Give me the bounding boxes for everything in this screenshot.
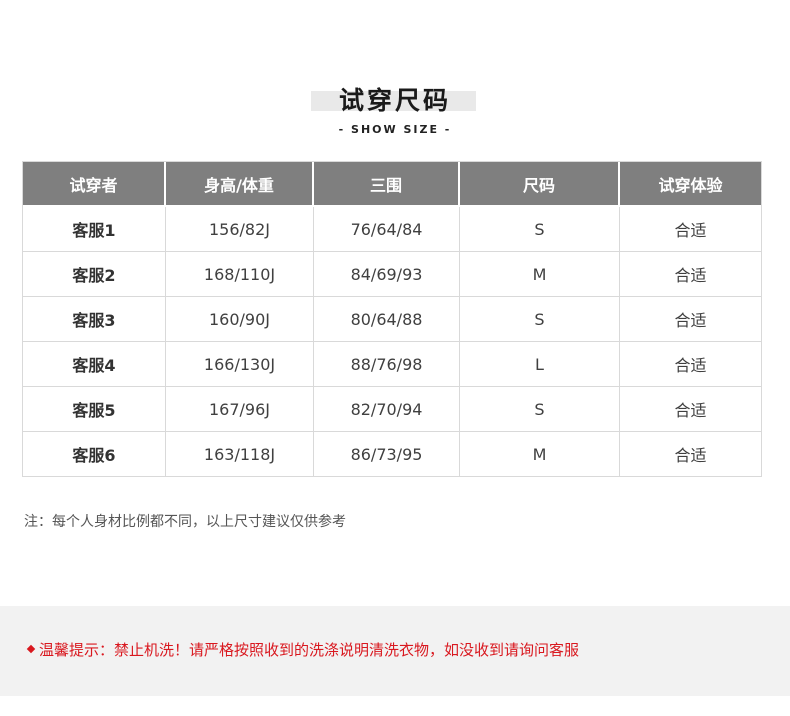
cell-height-weight: 167/96J [166, 387, 314, 432]
warning-banner: 温馨提示：禁止机洗！请严格按照收到的洗涤说明清洗衣物，如没收到请询问客服 [0, 606, 790, 696]
cell-height-weight: 160/90J [166, 297, 314, 342]
cell-size: S [460, 207, 620, 252]
table-row: 客服3 160/90J 80/64/88 S 合适 [23, 297, 761, 342]
cell-wearer: 客服6 [23, 432, 166, 476]
cell-measurements: 80/64/88 [314, 297, 460, 342]
cell-wearer: 客服3 [23, 297, 166, 342]
table-header-row: 试穿者 身高/体重 三围 尺码 试穿体验 [23, 162, 761, 207]
cell-fit: 合适 [620, 297, 761, 342]
cell-height-weight: 166/130J [166, 342, 314, 387]
cell-wearer: 客服2 [23, 252, 166, 297]
cell-measurements: 76/64/84 [314, 207, 460, 252]
cell-measurements: 82/70/94 [314, 387, 460, 432]
diamond-icon [26, 644, 36, 654]
cell-size: L [460, 342, 620, 387]
warning-text: 温馨提示：禁止机洗！请严格按照收到的洗涤说明清洗衣物，如没收到请询问客服 [39, 641, 580, 659]
cell-measurements: 88/76/98 [314, 342, 460, 387]
table-row: 客服5 167/96J 82/70/94 S 合适 [23, 387, 761, 432]
cell-size: S [460, 297, 620, 342]
size-note: 注：每个人身材比例都不同，以上尺寸建议仅供参考 [24, 514, 346, 530]
table-row: 客服6 163/118J 86/73/95 M 合适 [23, 432, 761, 476]
cell-height-weight: 163/118J [166, 432, 314, 476]
column-header-measurements: 三围 [314, 162, 460, 207]
cell-measurements: 84/69/93 [314, 252, 460, 297]
cell-height-weight: 156/82J [166, 207, 314, 252]
cell-height-weight: 168/110J [166, 252, 314, 297]
cell-wearer: 客服4 [23, 342, 166, 387]
cell-fit: 合适 [620, 387, 761, 432]
cell-fit: 合适 [620, 432, 761, 476]
column-header-height-weight: 身高/体重 [166, 162, 314, 207]
cell-size: M [460, 252, 620, 297]
table-row: 客服1 156/82J 76/64/84 S 合适 [23, 207, 761, 252]
cell-measurements: 86/73/95 [314, 432, 460, 476]
column-header-fit: 试穿体验 [620, 162, 761, 207]
size-table: 试穿者 身高/体重 三围 尺码 试穿体验 客服1 156/82J 76/64/8… [22, 161, 762, 477]
page-subtitle: - SHOW SIZE - [338, 123, 452, 136]
cell-fit: 合适 [620, 207, 761, 252]
title-area: 试穿尺码 [0, 84, 790, 124]
table-row: 客服4 166/130J 88/76/98 L 合适 [23, 342, 761, 387]
page-title: 试穿尺码 [338, 86, 451, 115]
table-row: 客服2 168/110J 84/69/93 M 合适 [23, 252, 761, 297]
warning-message: 温馨提示：禁止机洗！请严格按照收到的洗涤说明清洗衣物，如没收到请询问客服 [26, 640, 580, 660]
cell-wearer: 客服5 [23, 387, 166, 432]
cell-wearer: 客服1 [23, 207, 166, 252]
cell-fit: 合适 [620, 342, 761, 387]
cell-fit: 合适 [620, 252, 761, 297]
cell-size: M [460, 432, 620, 476]
column-header-wearer: 试穿者 [23, 162, 166, 207]
cell-size: S [460, 387, 620, 432]
column-header-size: 尺码 [460, 162, 620, 207]
